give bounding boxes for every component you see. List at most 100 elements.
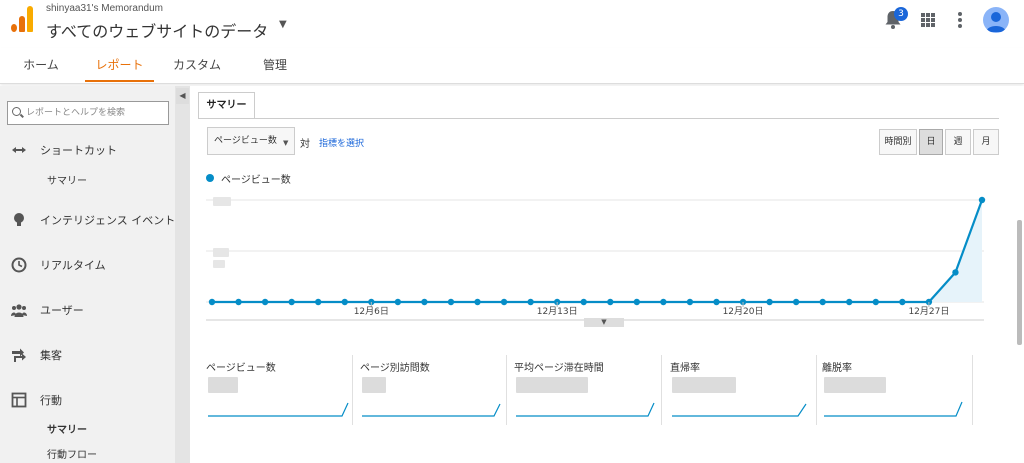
- tab-divider: [198, 118, 999, 119]
- tab-summary[interactable]: サマリー: [198, 92, 255, 119]
- data-point: [872, 298, 879, 306]
- data-point: [686, 298, 694, 306]
- sidebar-subitem-behavior-summary[interactable]: サマリー: [47, 421, 87, 436]
- x-tick-label: 12月27日: [908, 306, 949, 317]
- data-point: [315, 298, 322, 306]
- behavior-window-icon: [11, 392, 27, 408]
- scorecard-divider: [972, 355, 973, 425]
- data-point: [899, 298, 906, 306]
- period-day-button[interactable]: 日: [919, 129, 943, 155]
- sparkline: [672, 403, 807, 417]
- x-tick-label: 12月13日: [537, 306, 578, 317]
- x-tick-label: 12月6日: [354, 306, 389, 317]
- data-point: [713, 298, 720, 306]
- data-point: [235, 298, 242, 306]
- data-point: [500, 298, 508, 306]
- sidebar-collapse-strip[interactable]: [175, 86, 190, 463]
- vs-label: 対: [300, 139, 310, 150]
- sidebar-subitem-summary[interactable]: サマリー: [47, 172, 87, 187]
- data-point: [580, 298, 587, 306]
- chevron-down-icon[interactable]: ▼: [279, 19, 287, 30]
- property-title[interactable]: すべてのウェブサイトのデータ: [46, 18, 268, 42]
- top-nav: ホーム レポート カスタム 管理: [0, 48, 1024, 84]
- scorecard-pageviews[interactable]: ページビュー数: [206, 355, 358, 425]
- analytics-logo-icon[interactable]: [11, 6, 33, 32]
- data-point: [261, 298, 269, 306]
- data-point: [978, 196, 986, 204]
- sparkline: [208, 402, 349, 417]
- data-point: [394, 298, 402, 306]
- data-point: [341, 298, 348, 306]
- scorecard-unique-pageviews[interactable]: ページ別訪問数: [360, 355, 512, 425]
- scorecard-divider: [506, 355, 507, 425]
- scorecard-exit-rate[interactable]: 離脱率: [822, 355, 974, 425]
- scorecard-label: 直帰率: [670, 363, 700, 374]
- data-point: [208, 298, 216, 306]
- scorecard-divider: [816, 355, 817, 425]
- scorecard-label: ページ別訪問数: [360, 363, 430, 374]
- sidebar: レポートとヘルプを検索 ショートカット サマリー インテリジェンス イベント リ…: [0, 86, 190, 463]
- period-hourly-button[interactable]: 時間別: [879, 129, 917, 155]
- avatar-icon[interactable]: [983, 7, 1009, 33]
- legend-label: ページビュー数: [221, 175, 291, 186]
- chart-collapse-toggle[interactable]: ▼: [584, 318, 624, 327]
- acquisition-arrows-icon: [12, 348, 26, 362]
- data-point: [792, 298, 800, 306]
- scorecard-label: 離脱率: [822, 363, 852, 374]
- sidebar-item-label: インテリジェンス イベント: [40, 214, 176, 227]
- scorecard-avg-time-on-page[interactable]: 平均ページ滞在時間: [514, 355, 666, 425]
- lightbulb-icon: [14, 213, 24, 226]
- data-point: [288, 298, 295, 306]
- data-point: [952, 269, 959, 276]
- line-chart[interactable]: 12月6日 12月13日 12月20日 12月27日: [200, 190, 1000, 330]
- scorecard-value-blurred: [208, 377, 238, 393]
- search-input[interactable]: レポートとヘルプを検索: [7, 101, 169, 125]
- tab-admin[interactable]: 管理: [250, 48, 300, 82]
- scorecard-value-blurred: [516, 377, 588, 393]
- sidebar-item-label: 集客: [40, 349, 62, 362]
- sidebar-subitem-behavior-flow[interactable]: 行動フロー: [47, 446, 97, 461]
- period-month-button[interactable]: 月: [973, 129, 999, 155]
- tab-custom[interactable]: カスタム: [166, 48, 228, 82]
- data-point: [660, 298, 667, 306]
- shortcut-arrows-icon: [12, 147, 26, 153]
- sidebar-item-behavior[interactable]: 行動: [0, 390, 190, 410]
- legend-dot-icon: [206, 174, 214, 182]
- people-icon: [11, 304, 27, 317]
- more-vert-icon[interactable]: [958, 12, 962, 28]
- sparkline: [824, 401, 963, 417]
- collapse-sidebar-icon[interactable]: ◀: [176, 88, 189, 104]
- chevron-down-icon[interactable]: ▼: [283, 139, 288, 147]
- apps-grid-icon[interactable]: [921, 13, 935, 27]
- sidebar-item-label: ユーザー: [40, 304, 84, 317]
- search-icon: [12, 107, 21, 116]
- metric-select[interactable]: ページビュー数: [207, 127, 295, 155]
- sidebar-item-label: ショートカット: [40, 144, 117, 157]
- notification-badge: 3: [894, 7, 908, 21]
- data-point: [447, 298, 455, 306]
- data-point: [766, 298, 773, 306]
- period-week-button[interactable]: 週: [945, 129, 971, 155]
- choose-metric-link[interactable]: 指標を選択: [319, 136, 364, 149]
- account-name[interactable]: shinyaa31's Memorandum: [46, 3, 163, 14]
- sidebar-item-users[interactable]: ユーザー: [0, 300, 190, 320]
- data-point: [819, 298, 826, 306]
- data-point: [421, 298, 428, 306]
- data-point: [846, 298, 853, 306]
- scorecard-divider: [661, 355, 662, 425]
- scorecard-value-blurred: [362, 377, 386, 393]
- sidebar-item-realtime[interactable]: リアルタイム: [0, 255, 190, 275]
- app-header: shinyaa31's Memorandum すべてのウェブサイトのデータ ▼ …: [0, 0, 1024, 48]
- tab-reports[interactable]: レポート: [85, 48, 154, 82]
- scorecard-value-blurred: [672, 377, 736, 393]
- scorecard-bounce-rate[interactable]: 直帰率: [670, 355, 822, 425]
- sidebar-item-shortcuts[interactable]: ショートカット: [0, 140, 190, 160]
- data-point: [527, 298, 534, 306]
- data-point: [474, 298, 481, 306]
- tab-home[interactable]: ホーム: [12, 48, 70, 82]
- sidebar-item-acquisition[interactable]: 集客: [0, 345, 190, 365]
- sidebar-item-label: リアルタイム: [40, 259, 106, 272]
- scrollbar[interactable]: [1017, 220, 1022, 345]
- sidebar-item-intelligence[interactable]: インテリジェンス イベント: [0, 210, 190, 230]
- clock-icon: [11, 257, 27, 273]
